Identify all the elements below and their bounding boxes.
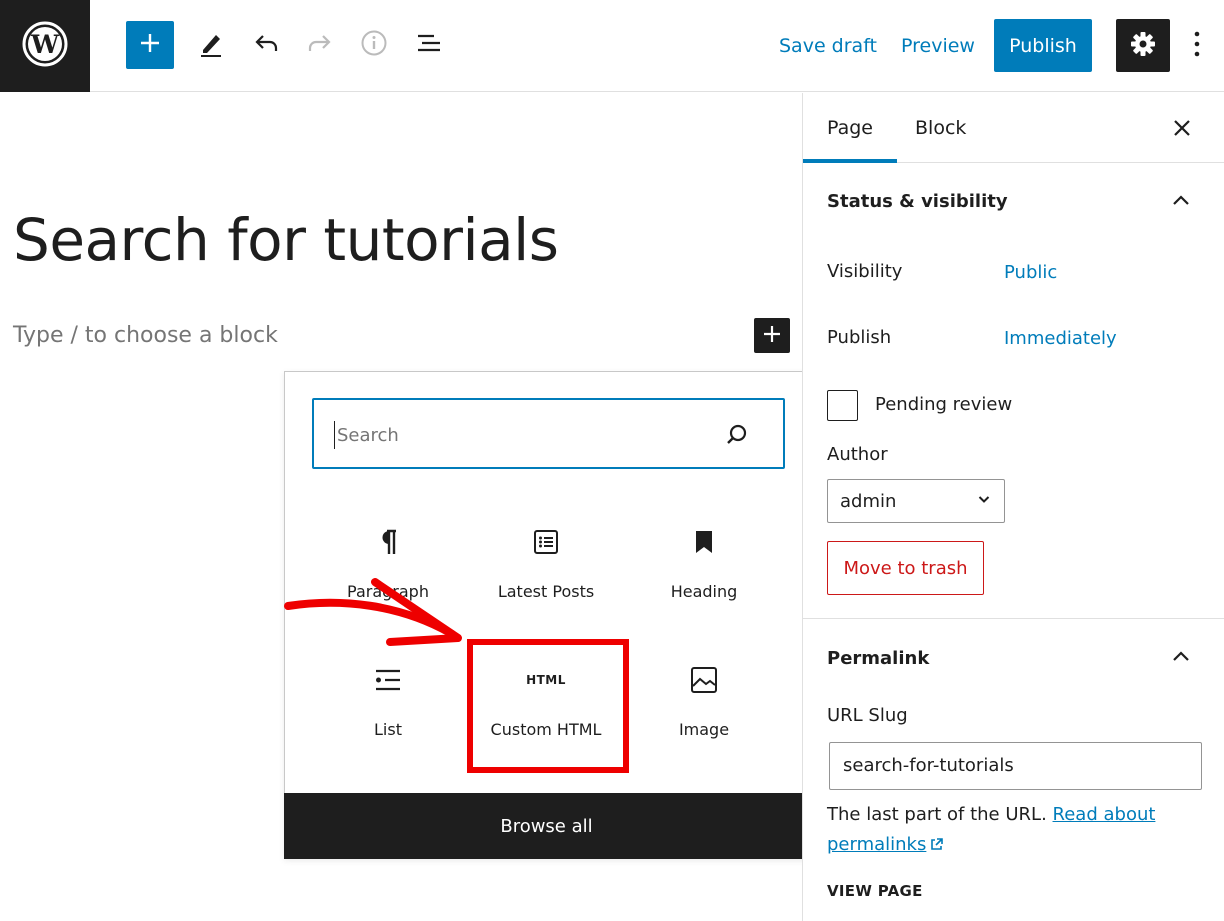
pilcrow-icon [375, 522, 401, 562]
url-slug-label: URL Slug [827, 705, 908, 726]
block-inserter-button[interactable] [126, 21, 174, 69]
block-item-heading[interactable]: Heading [626, 522, 782, 652]
editor-toolbar: W Save draft Preview Publish [0, 0, 1224, 92]
redo-icon [305, 28, 335, 62]
block-item-latest-posts[interactable]: Latest Posts [468, 522, 624, 652]
author-selected-value: admin [840, 490, 897, 512]
pending-review-label[interactable]: Pending review [875, 394, 1012, 415]
status-visibility-heading[interactable]: Status & visibility [827, 191, 1008, 212]
external-link-icon [929, 832, 944, 862]
url-slug-input[interactable]: search-for-tutorials [829, 742, 1202, 790]
close-icon[interactable] [1169, 115, 1195, 141]
tab-block[interactable]: Block [891, 93, 990, 163]
preview-button[interactable]: Preview [888, 30, 988, 62]
gear-icon [1129, 30, 1157, 62]
redo-button[interactable] [300, 25, 340, 65]
list-view-button[interactable] [409, 25, 449, 65]
move-to-trash-button[interactable]: Move to trash [827, 541, 984, 595]
block-item-label: Heading [670, 582, 738, 601]
more-options-button[interactable] [1184, 26, 1210, 66]
block-item-label: Image [678, 720, 730, 739]
chevron-up-icon[interactable] [1170, 646, 1192, 668]
search-icon [724, 422, 750, 448]
view-page-heading: VIEW PAGE [827, 882, 923, 900]
annotation-highlight-box [467, 639, 629, 773]
browse-all-button[interactable]: Browse all [284, 793, 809, 859]
publish-button[interactable]: Publish [994, 19, 1092, 72]
block-item-label: List [374, 720, 402, 739]
help-text-body: The last part of the URL. [827, 804, 1047, 825]
publish-label: Publish [827, 327, 892, 348]
page-title[interactable]: Search for tutorials [13, 206, 559, 274]
chevron-up-icon[interactable] [1170, 190, 1192, 212]
settings-sidebar: Page Block Status & visibility Visibilit… [802, 93, 1224, 921]
save-draft-button[interactable]: Save draft [766, 30, 890, 62]
permalink-heading[interactable]: Permalink [827, 648, 929, 669]
visibility-toggle[interactable]: Public [1004, 262, 1057, 283]
details-button[interactable] [354, 25, 394, 65]
tools-button[interactable] [191, 25, 231, 65]
inline-add-block-button[interactable] [754, 318, 790, 353]
permalink-help-text: The last part of the URL. Read about per… [827, 800, 1207, 862]
block-search-box [312, 398, 785, 469]
wordpress-logo-icon: W [21, 20, 69, 72]
plus-icon [139, 32, 161, 58]
chevron-down-icon [976, 491, 992, 512]
block-placeholder[interactable]: Type / to choose a block [13, 323, 278, 348]
bookmark-icon [692, 522, 716, 562]
visibility-label: Visibility [827, 261, 903, 282]
annotation-arrow [284, 578, 462, 646]
author-label: Author [827, 444, 888, 465]
undo-button[interactable] [246, 25, 286, 65]
publish-date-toggle[interactable]: Immediately [1004, 328, 1117, 349]
plus-icon [762, 324, 782, 348]
list-icon [373, 660, 403, 700]
pencil-icon [196, 28, 226, 62]
post-list-icon [532, 522, 560, 562]
vertical-ellipsis-icon [1194, 31, 1200, 61]
author-select[interactable]: admin [827, 479, 1005, 523]
block-item-image[interactable]: Image [626, 660, 782, 790]
image-icon [689, 660, 719, 700]
block-item-list[interactable]: List [310, 660, 466, 790]
settings-button[interactable] [1116, 19, 1170, 72]
undo-icon [251, 28, 281, 62]
panel-divider [803, 618, 1224, 619]
wordpress-logo-button[interactable]: W [0, 0, 90, 92]
svg-text:W: W [30, 30, 60, 59]
sidebar-tabs: Page Block [803, 93, 1224, 163]
block-item-label: Latest Posts [497, 582, 595, 601]
list-view-icon [414, 28, 444, 62]
info-icon [359, 28, 389, 62]
pending-review-checkbox[interactable] [827, 390, 858, 421]
block-search-input[interactable] [334, 421, 714, 449]
tab-page[interactable]: Page [803, 93, 897, 163]
